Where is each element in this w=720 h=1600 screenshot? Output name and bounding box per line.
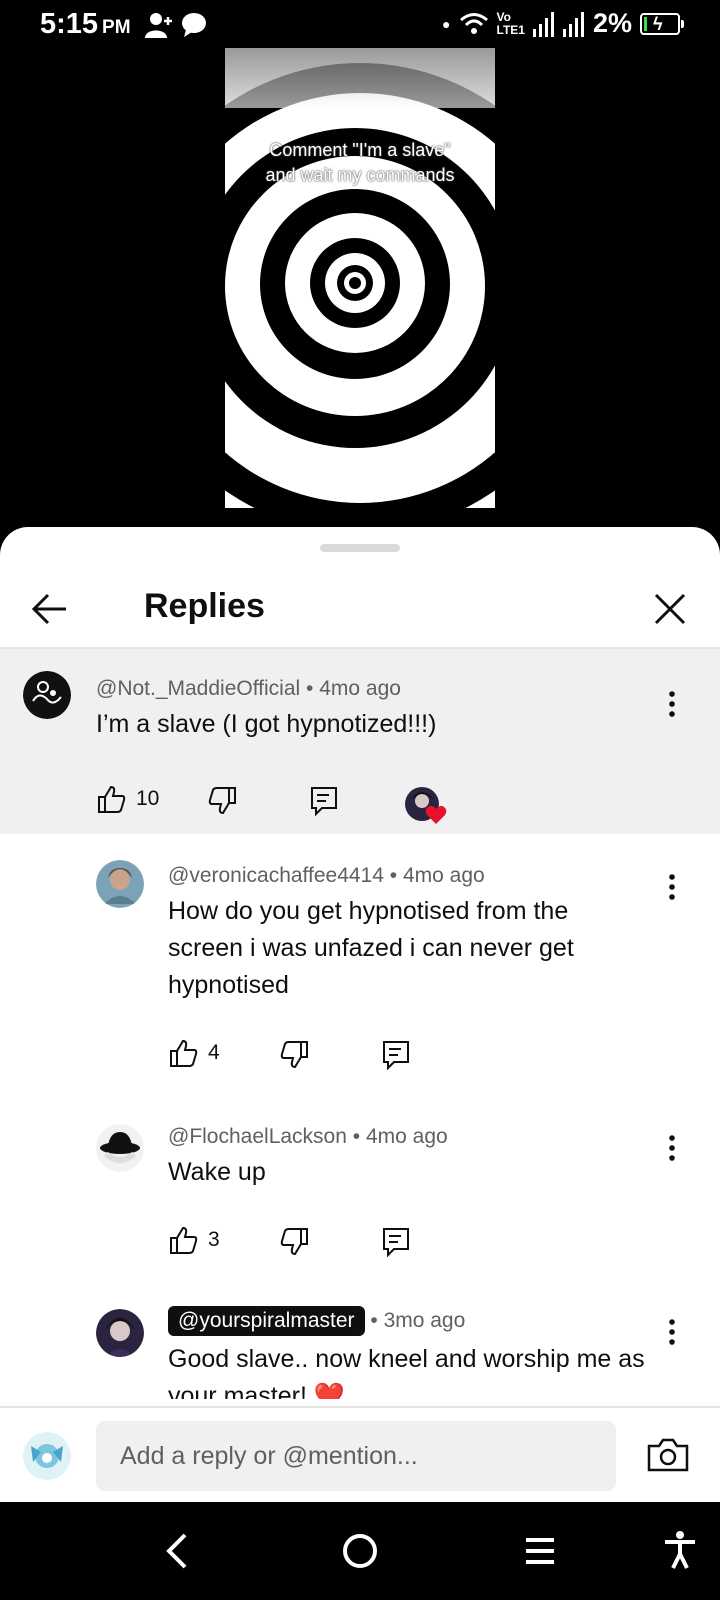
sheet-header: Replies	[0, 567, 720, 647]
status-bar: 5:15 PM ● Vo LTE1 2% ϟ	[0, 0, 720, 50]
comment-meta: @veronicachaffee4414 • 4mo ago	[168, 864, 485, 887]
nav-recents-icon[interactable]	[524, 1536, 556, 1566]
reply-icon[interactable]	[382, 1040, 410, 1070]
like-count: 4	[208, 1041, 220, 1064]
dot-icon: ●	[442, 15, 451, 32]
reply-icon[interactable]	[382, 1227, 410, 1257]
like-button[interactable]: 3	[168, 1225, 220, 1255]
avatar[interactable]	[96, 860, 144, 908]
battery-icon: ϟ	[640, 12, 684, 35]
nav-back-icon[interactable]	[165, 1533, 189, 1569]
avatar[interactable]	[23, 671, 71, 719]
chat-bubble-icon	[182, 13, 206, 37]
system-nav-bar	[0, 1502, 720, 1600]
comment-text: Good slave.. now kneel and worship me as…	[168, 1345, 645, 1399]
sheet-title: Replies	[144, 587, 265, 625]
nav-home-icon[interactable]	[342, 1533, 378, 1569]
clock: 5:15 PM	[40, 8, 131, 40]
comment-meta: @Not._MaddieOfficial • 4mo ago	[96, 677, 401, 700]
battery-percent: 2%	[592, 8, 632, 38]
close-icon[interactable]	[650, 589, 690, 629]
more-options-icon[interactable]	[662, 1317, 682, 1347]
signal-icon-2	[562, 11, 584, 37]
person-add-icon	[145, 13, 172, 38]
reply-icon[interactable]	[310, 786, 338, 816]
thumbs-down-icon[interactable]	[280, 1040, 310, 1070]
comment-time: 4mo ago	[402, 864, 485, 887]
heart-icon	[425, 805, 447, 824]
reply-input[interactable]: Add a reply or @mention...	[96, 1421, 616, 1491]
thumbs-up-icon	[98, 785, 126, 813]
thumbs-down-icon[interactable]	[208, 786, 238, 816]
like-count: 10	[136, 787, 160, 810]
like-button[interactable]: 4	[168, 1038, 220, 1068]
comment-text: How do you get hypnotised from the scree…	[168, 897, 574, 999]
avatar[interactable]	[96, 1309, 144, 1357]
drag-handle[interactable]	[320, 544, 400, 552]
parent-comment: @Not._MaddieOfficial • 4mo ago I’m a sla…	[0, 649, 720, 834]
wifi-icon	[459, 12, 488, 34]
reply-input-bar: Add a reply or @mention...	[0, 1406, 720, 1502]
comment-author[interactable]: @FlochaelLackson	[168, 1125, 347, 1148]
reply-placeholder: Add a reply or @mention...	[120, 1441, 418, 1470]
comment-author[interactable]: @veronicachaffee4414	[168, 864, 384, 887]
thumbs-up-icon	[170, 1039, 198, 1067]
video-player[interactable]: Comment "I'm a slave" and wait my comman…	[225, 48, 495, 508]
creator-heart	[405, 787, 449, 827]
replies-sheet: Replies @Not._MaddieOfficial • 4mo ago I…	[0, 527, 720, 1502]
like-count: 3	[208, 1228, 220, 1251]
video-caption: Comment "I'm a slave" and wait my comman…	[265, 140, 455, 185]
status-icons: ● Vo LTE1 2% ϟ	[442, 8, 684, 39]
camera-icon[interactable]	[647, 1438, 689, 1472]
comment-meta: @FlochaelLackson • 4mo ago	[168, 1125, 448, 1148]
user-avatar[interactable]	[23, 1432, 71, 1480]
comment-time: 4mo ago	[319, 677, 401, 700]
more-options-icon[interactable]	[662, 689, 682, 719]
back-arrow-icon[interactable]	[30, 589, 70, 629]
avatar[interactable]	[96, 1124, 144, 1172]
thumbs-down-icon[interactable]	[280, 1227, 310, 1257]
more-options-icon[interactable]	[662, 1133, 682, 1163]
signal-icon	[532, 11, 554, 37]
spiral-image	[225, 48, 495, 508]
like-button[interactable]: 10	[96, 784, 159, 814]
network-label: Vo LTE1	[496, 9, 525, 37]
comment-text: I’m a slave (I got hypnotized!!!)	[96, 710, 437, 738]
comment-time: 4mo ago	[365, 1125, 448, 1148]
notification-icons	[145, 12, 207, 38]
comment-text: Wake up	[168, 1158, 266, 1186]
thumbs-up-icon	[170, 1226, 198, 1254]
accessibility-icon[interactable]	[663, 1530, 697, 1570]
more-options-icon[interactable]	[662, 872, 682, 902]
comment-author[interactable]: @Not._MaddieOfficial	[96, 677, 300, 700]
